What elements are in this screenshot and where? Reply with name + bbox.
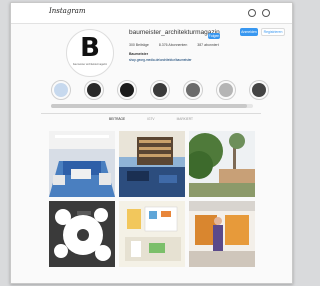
- top-icons: [248, 9, 270, 17]
- avatar-logo-letter: B: [80, 33, 100, 63]
- tab-posts[interactable]: BEITRÄGE: [109, 117, 125, 121]
- story-highlight[interactable]: [51, 80, 71, 100]
- post-thumbnail[interactable]: [189, 201, 255, 267]
- profile-username: baumeister_architekturmagazin: [129, 29, 220, 36]
- tab-igtv[interactable]: IGTV: [147, 117, 154, 121]
- post-image: [49, 131, 115, 197]
- highlight-cover: [54, 83, 68, 97]
- bio-link[interactable]: shop.georg-media.de/architektur/baumeist…: [129, 58, 192, 62]
- post-image: [189, 201, 255, 267]
- post-image: [49, 201, 115, 267]
- story-highlight[interactable]: [183, 80, 203, 100]
- post-image: [189, 131, 255, 197]
- profile-avatar[interactable]: B baumeister architekturmagazin: [66, 29, 114, 77]
- highlight-cover: [153, 83, 167, 97]
- profile-tabs: BEITRÄGE IGTV MARKIERT: [41, 117, 261, 121]
- browser-frame: Instagram B baumeister architekturmagazi…: [10, 2, 293, 284]
- follow-button[interactable]: Folgen: [208, 33, 220, 39]
- post-thumbnail[interactable]: [189, 131, 255, 197]
- followers-count[interactable]: 8.376 Abonnenten: [159, 43, 187, 47]
- following-count[interactable]: 387 abonniert: [197, 43, 218, 47]
- post-image: [119, 131, 185, 197]
- post-thumbnail[interactable]: [49, 131, 115, 197]
- highlight-cover: [252, 83, 266, 97]
- story-highlight[interactable]: [216, 80, 236, 100]
- login-button[interactable]: Anmelden: [240, 28, 258, 36]
- heart-icon[interactable]: [262, 9, 270, 17]
- post-thumbnail[interactable]: [49, 201, 115, 267]
- post-image: [119, 201, 185, 267]
- highlight-cover: [87, 83, 101, 97]
- signup-link[interactable]: Registrieren: [261, 28, 285, 36]
- posts-count: 300 Beiträge: [129, 43, 149, 47]
- profile-stats: 300 Beiträge 8.376 Abonnenten 387 abonni…: [129, 43, 219, 47]
- tab-tagged[interactable]: MARKIERT: [177, 117, 193, 121]
- posts-grid: [49, 131, 255, 267]
- story-highlight[interactable]: [150, 80, 170, 100]
- instagram-logo[interactable]: Instagram: [49, 7, 86, 15]
- explore-icon[interactable]: [248, 9, 256, 17]
- avatar-logo-caption: baumeister architekturmagazin: [72, 63, 108, 66]
- story-highlight[interactable]: [84, 80, 104, 100]
- story-highlights: [51, 80, 269, 100]
- bio-name: Baumeister: [129, 52, 149, 56]
- tab-divider: [41, 113, 261, 114]
- post-thumbnail[interactable]: [119, 201, 185, 267]
- scrollbar-thumb[interactable]: [51, 104, 247, 108]
- story-highlight[interactable]: [117, 80, 137, 100]
- story-highlight[interactable]: [249, 80, 269, 100]
- highlight-cover: [186, 83, 200, 97]
- highlights-scrollbar[interactable]: [51, 104, 253, 108]
- top-navigation-bar: Instagram: [11, 3, 292, 24]
- post-thumbnail[interactable]: [119, 131, 185, 197]
- highlight-cover: [120, 83, 134, 97]
- highlight-cover: [219, 83, 233, 97]
